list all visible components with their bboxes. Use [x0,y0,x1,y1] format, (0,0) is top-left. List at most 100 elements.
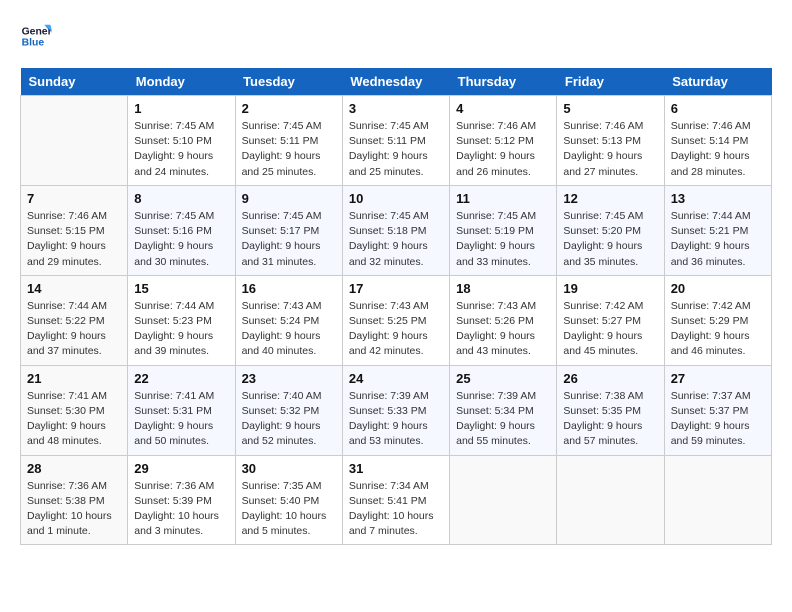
day-info: Sunrise: 7:44 AM Sunset: 5:23 PM Dayligh… [134,299,228,360]
calendar-cell: 19 Sunrise: 7:42 AM Sunset: 5:27 PM Dayli… [557,275,664,365]
calendar-cell [557,455,664,545]
calendar-cell: 8 Sunrise: 7:45 AM Sunset: 5:16 PM Daylig… [128,185,235,275]
day-number: 21 [27,371,121,386]
day-number: 3 [349,101,443,116]
day-info: Sunrise: 7:46 AM Sunset: 5:12 PM Dayligh… [456,119,550,180]
day-number: 10 [349,191,443,206]
day-number: 16 [242,281,336,296]
day-info: Sunrise: 7:35 AM Sunset: 5:40 PM Dayligh… [242,479,336,540]
day-number: 18 [456,281,550,296]
calendar-cell: 10 Sunrise: 7:45 AM Sunset: 5:18 PM Dayli… [342,185,449,275]
calendar-cell: 23 Sunrise: 7:40 AM Sunset: 5:32 PM Dayli… [235,365,342,455]
calendar-week-row: 1 Sunrise: 7:45 AM Sunset: 5:10 PM Daylig… [21,96,772,186]
day-info: Sunrise: 7:46 AM Sunset: 5:15 PM Dayligh… [27,209,121,270]
calendar-cell: 24 Sunrise: 7:39 AM Sunset: 5:33 PM Dayli… [342,365,449,455]
logo: General Blue [20,20,56,52]
calendar-cell: 17 Sunrise: 7:43 AM Sunset: 5:25 PM Dayli… [342,275,449,365]
day-info: Sunrise: 7:45 AM Sunset: 5:11 PM Dayligh… [349,119,443,180]
day-info: Sunrise: 7:36 AM Sunset: 5:39 PM Dayligh… [134,479,228,540]
calendar-cell: 5 Sunrise: 7:46 AM Sunset: 5:13 PM Daylig… [557,96,664,186]
day-info: Sunrise: 7:46 AM Sunset: 5:13 PM Dayligh… [563,119,657,180]
day-number: 22 [134,371,228,386]
calendar-week-row: 7 Sunrise: 7:46 AM Sunset: 5:15 PM Daylig… [21,185,772,275]
calendar-cell: 26 Sunrise: 7:38 AM Sunset: 5:35 PM Dayli… [557,365,664,455]
calendar-cell: 30 Sunrise: 7:35 AM Sunset: 5:40 PM Dayli… [235,455,342,545]
calendar-cell: 14Sunrise: 7:44 AM Sunset: 5:22 PM Dayli… [21,275,128,365]
logo-icon: General Blue [20,20,52,52]
calendar-cell: 1 Sunrise: 7:45 AM Sunset: 5:10 PM Daylig… [128,96,235,186]
calendar-cell: 31 Sunrise: 7:34 AM Sunset: 5:41 PM Dayli… [342,455,449,545]
weekday-header-friday: Friday [557,68,664,96]
day-number: 2 [242,101,336,116]
calendar-cell: 29Sunrise: 7:36 AM Sunset: 5:39 PM Dayli… [128,455,235,545]
weekday-header-thursday: Thursday [450,68,557,96]
day-number: 26 [563,371,657,386]
calendar-cell: 21 Sunrise: 7:41 AM Sunset: 5:30 PM Dayli… [21,365,128,455]
calendar-cell: 20 Sunrise: 7:42 AM Sunset: 5:29 PM Dayli… [664,275,771,365]
day-info: Sunrise: 7:34 AM Sunset: 5:41 PM Dayligh… [349,479,443,540]
day-number: 13 [671,191,765,206]
calendar-cell: 3 Sunrise: 7:45 AM Sunset: 5:11 PM Daylig… [342,96,449,186]
day-number: 12 [563,191,657,206]
calendar-table: SundayMondayTuesdayWednesdayThursdayFrid… [20,68,772,545]
day-number: 17 [349,281,443,296]
weekday-header-monday: Monday [128,68,235,96]
day-info: Sunrise: 7:43 AM Sunset: 5:26 PM Dayligh… [456,299,550,360]
day-info: Sunrise: 7:41 AM Sunset: 5:30 PM Dayligh… [27,389,121,450]
day-info: Sunrise: 7:45 AM Sunset: 5:19 PM Dayligh… [456,209,550,270]
calendar-cell: 25Sunrise: 7:39 AM Sunset: 5:34 PM Dayli… [450,365,557,455]
weekday-header-sunday: Sunday [21,68,128,96]
calendar-cell: 22 Sunrise: 7:41 AM Sunset: 5:31 PM Dayli… [128,365,235,455]
calendar-cell: 7 Sunrise: 7:46 AM Sunset: 5:15 PM Daylig… [21,185,128,275]
day-info: Sunrise: 7:45 AM Sunset: 5:11 PM Dayligh… [242,119,336,180]
calendar-week-row: 21 Sunrise: 7:41 AM Sunset: 5:30 PM Dayli… [21,365,772,455]
day-info: Sunrise: 7:44 AM Sunset: 5:22 PM Dayligh… [27,299,121,360]
calendar-cell: 9 Sunrise: 7:45 AM Sunset: 5:17 PM Daylig… [235,185,342,275]
day-info: Sunrise: 7:45 AM Sunset: 5:10 PM Dayligh… [134,119,228,180]
page-header: General Blue [20,20,772,52]
day-info: Sunrise: 7:43 AM Sunset: 5:25 PM Dayligh… [349,299,443,360]
day-number: 5 [563,101,657,116]
day-info: Sunrise: 7:36 AM Sunset: 5:38 PM Dayligh… [27,479,121,540]
day-number: 4 [456,101,550,116]
day-number: 25 [456,371,550,386]
weekday-header-saturday: Saturday [664,68,771,96]
calendar-cell: 13 Sunrise: 7:44 AM Sunset: 5:21 PM Dayli… [664,185,771,275]
calendar-cell: 27Sunrise: 7:37 AM Sunset: 5:37 PM Dayli… [664,365,771,455]
day-info: Sunrise: 7:44 AM Sunset: 5:21 PM Dayligh… [671,209,765,270]
day-number: 20 [671,281,765,296]
calendar-week-row: 14Sunrise: 7:44 AM Sunset: 5:22 PM Dayli… [21,275,772,365]
day-number: 28 [27,461,121,476]
calendar-cell [21,96,128,186]
day-info: Sunrise: 7:42 AM Sunset: 5:27 PM Dayligh… [563,299,657,360]
calendar-cell: 4 Sunrise: 7:46 AM Sunset: 5:12 PM Daylig… [450,96,557,186]
day-number: 27 [671,371,765,386]
calendar-week-row: 28 Sunrise: 7:36 AM Sunset: 5:38 PM Dayli… [21,455,772,545]
day-info: Sunrise: 7:45 AM Sunset: 5:20 PM Dayligh… [563,209,657,270]
day-info: Sunrise: 7:46 AM Sunset: 5:14 PM Dayligh… [671,119,765,180]
day-info: Sunrise: 7:42 AM Sunset: 5:29 PM Dayligh… [671,299,765,360]
day-info: Sunrise: 7:41 AM Sunset: 5:31 PM Dayligh… [134,389,228,450]
day-number: 11 [456,191,550,206]
weekday-header-wednesday: Wednesday [342,68,449,96]
day-number: 19 [563,281,657,296]
day-info: Sunrise: 7:39 AM Sunset: 5:33 PM Dayligh… [349,389,443,450]
day-number: 6 [671,101,765,116]
day-number: 8 [134,191,228,206]
day-info: Sunrise: 7:40 AM Sunset: 5:32 PM Dayligh… [242,389,336,450]
day-number: 1 [134,101,228,116]
calendar-cell: 28 Sunrise: 7:36 AM Sunset: 5:38 PM Dayli… [21,455,128,545]
day-info: Sunrise: 7:45 AM Sunset: 5:17 PM Dayligh… [242,209,336,270]
weekday-header-row: SundayMondayTuesdayWednesdayThursdayFrid… [21,68,772,96]
day-number: 24 [349,371,443,386]
day-info: Sunrise: 7:38 AM Sunset: 5:35 PM Dayligh… [563,389,657,450]
day-number: 15 [134,281,228,296]
calendar-cell [664,455,771,545]
day-info: Sunrise: 7:45 AM Sunset: 5:18 PM Dayligh… [349,209,443,270]
day-info: Sunrise: 7:45 AM Sunset: 5:16 PM Dayligh… [134,209,228,270]
day-number: 30 [242,461,336,476]
day-number: 31 [349,461,443,476]
day-number: 7 [27,191,121,206]
day-number: 23 [242,371,336,386]
day-number: 9 [242,191,336,206]
